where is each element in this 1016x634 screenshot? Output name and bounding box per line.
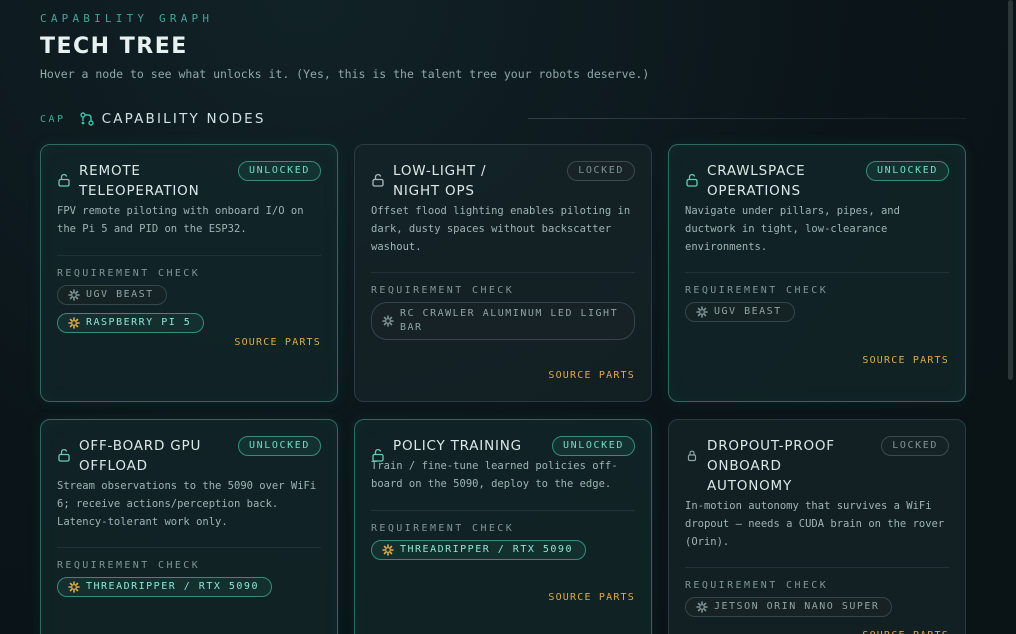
section-divider [528,118,966,119]
unlocked-padlock-icon [57,448,71,462]
card-title: LOW-LIGHT / NIGHT OPS [393,163,487,199]
source-parts-link[interactable]: SOURCE PARTS [548,592,635,603]
card-description: In-motion autonomy that survives a WiFi … [685,498,949,569]
requirement-label: REQUIREMENT CHECK [371,522,515,534]
section-header: CAP CAPABILITY NODES [40,110,266,128]
capability-card-remote-teleoperation[interactable]: REMOTE TELEOPERATION UNLOCKED FPV remote… [40,144,338,402]
cog-icon [68,316,80,329]
card-title: DROPOUT-PROOF ONBOARD AUTONOMY [707,438,835,494]
locked-padlock-icon [685,448,699,462]
unlocked-padlock-icon [57,173,71,187]
unlocked-padlock-icon [371,448,385,462]
capability-card-crawlspace-operations[interactable]: CRAWLSPACE OPERATIONS UNLOCKED Navigate … [668,144,966,402]
status-badge: UNLOCKED [238,161,321,181]
card-description: Navigate under pillars, pipes, and ductw… [685,203,949,274]
requirement-label: REQUIREMENT CHECK [57,560,201,572]
capability-card-policy-training[interactable]: POLICY TRAINING UNLOCKED Train / fine-tu… [354,419,652,634]
section-label: CAPABILITY NODES [101,111,266,127]
page-scrollbar[interactable] [1008,0,1013,380]
status-badge: LOCKED [567,161,635,181]
requirement-label: REQUIREMENT CHECK [371,285,515,297]
card-title: POLICY TRAINING [393,438,522,454]
requirement-label: REQUIREMENT CHECK [57,267,201,279]
capability-card-dropout-proof-onboard-autonomy[interactable]: DROPOUT-PROOF ONBOARD AUTONOMY LOCKED In… [668,419,966,634]
card-description: Train / fine-tune learned policies off-b… [371,458,635,511]
source-parts-link[interactable]: SOURCE PARTS [234,337,321,348]
cog-icon [68,288,80,301]
requirement-chip[interactable]: UGV BEAST [685,302,795,323]
requirement-label: REQUIREMENT CHECK [685,580,829,592]
requirement-chip[interactable]: UGV BEAST [57,284,167,305]
requirement-chips: THREADRIPPER / RTX 5090 [371,539,635,560]
status-badge: UNLOCKED [552,436,635,456]
card-title: REMOTE TELEOPERATION [79,163,200,199]
requirement-chips: THREADRIPPER / RTX 5090 [57,577,321,598]
status-badge: UNLOCKED [866,161,949,181]
requirement-label: REQUIREMENT CHECK [685,285,829,297]
requirement-chip[interactable]: RC CRAWLER ALUMINUM LED LIGHT BAR [371,302,635,341]
status-badge: UNLOCKED [238,436,321,456]
capability-card-low-light-night-ops[interactable]: LOW-LIGHT / NIGHT OPS LOCKED Offset floo… [354,144,652,402]
card-title: OFF-BOARD GPU OFFLOAD [79,438,202,474]
page-kicker: CAPABILITY GRAPH [40,12,214,25]
page-title: TECH TREE [40,34,188,59]
section-tag: CAP [40,113,66,125]
cog-icon [696,601,708,614]
source-parts-link[interactable]: SOURCE PARTS [862,355,949,366]
cog-icon [382,543,394,556]
card-title: CRAWLSPACE OPERATIONS [707,163,806,199]
card-description: Offset flood lighting enables piloting i… [371,203,635,274]
capability-card-off-board-gpu-offload[interactable]: OFF-BOARD GPU OFFLOAD UNLOCKED Stream ob… [40,419,338,634]
requirement-chip[interactable]: RASPBERRY PI 5 [57,312,205,333]
card-description: FPV remote piloting with onboard I/O on … [57,203,321,256]
requirement-chips: UGV BEAST RASPBERRY PI 5 [57,284,321,333]
card-description: Stream observations to the 5090 over WiF… [57,478,321,549]
source-parts-link[interactable]: SOURCE PARTS [548,370,635,381]
cog-icon [68,581,80,594]
requirement-chips: JETSON ORIN NANO SUPER [685,597,949,618]
unlocked-padlock-icon [371,173,385,187]
source-parts-link[interactable]: SOURCE PARTS [862,630,949,634]
page-subtitle: Hover a node to see what unlocks it. (Ye… [40,67,650,81]
unlocked-padlock-icon [685,173,699,187]
node-graph-icon [79,112,94,126]
requirement-chip[interactable]: JETSON ORIN NANO SUPER [685,597,893,618]
status-badge: LOCKED [881,436,949,456]
requirement-chip[interactable]: THREADRIPPER / RTX 5090 [57,577,272,598]
requirement-chips: UGV BEAST [685,302,949,323]
requirement-chip[interactable]: THREADRIPPER / RTX 5090 [371,539,586,560]
requirement-chips: RC CRAWLER ALUMINUM LED LIGHT BAR [371,302,635,341]
cog-icon [696,306,708,319]
cog-icon [382,315,394,328]
